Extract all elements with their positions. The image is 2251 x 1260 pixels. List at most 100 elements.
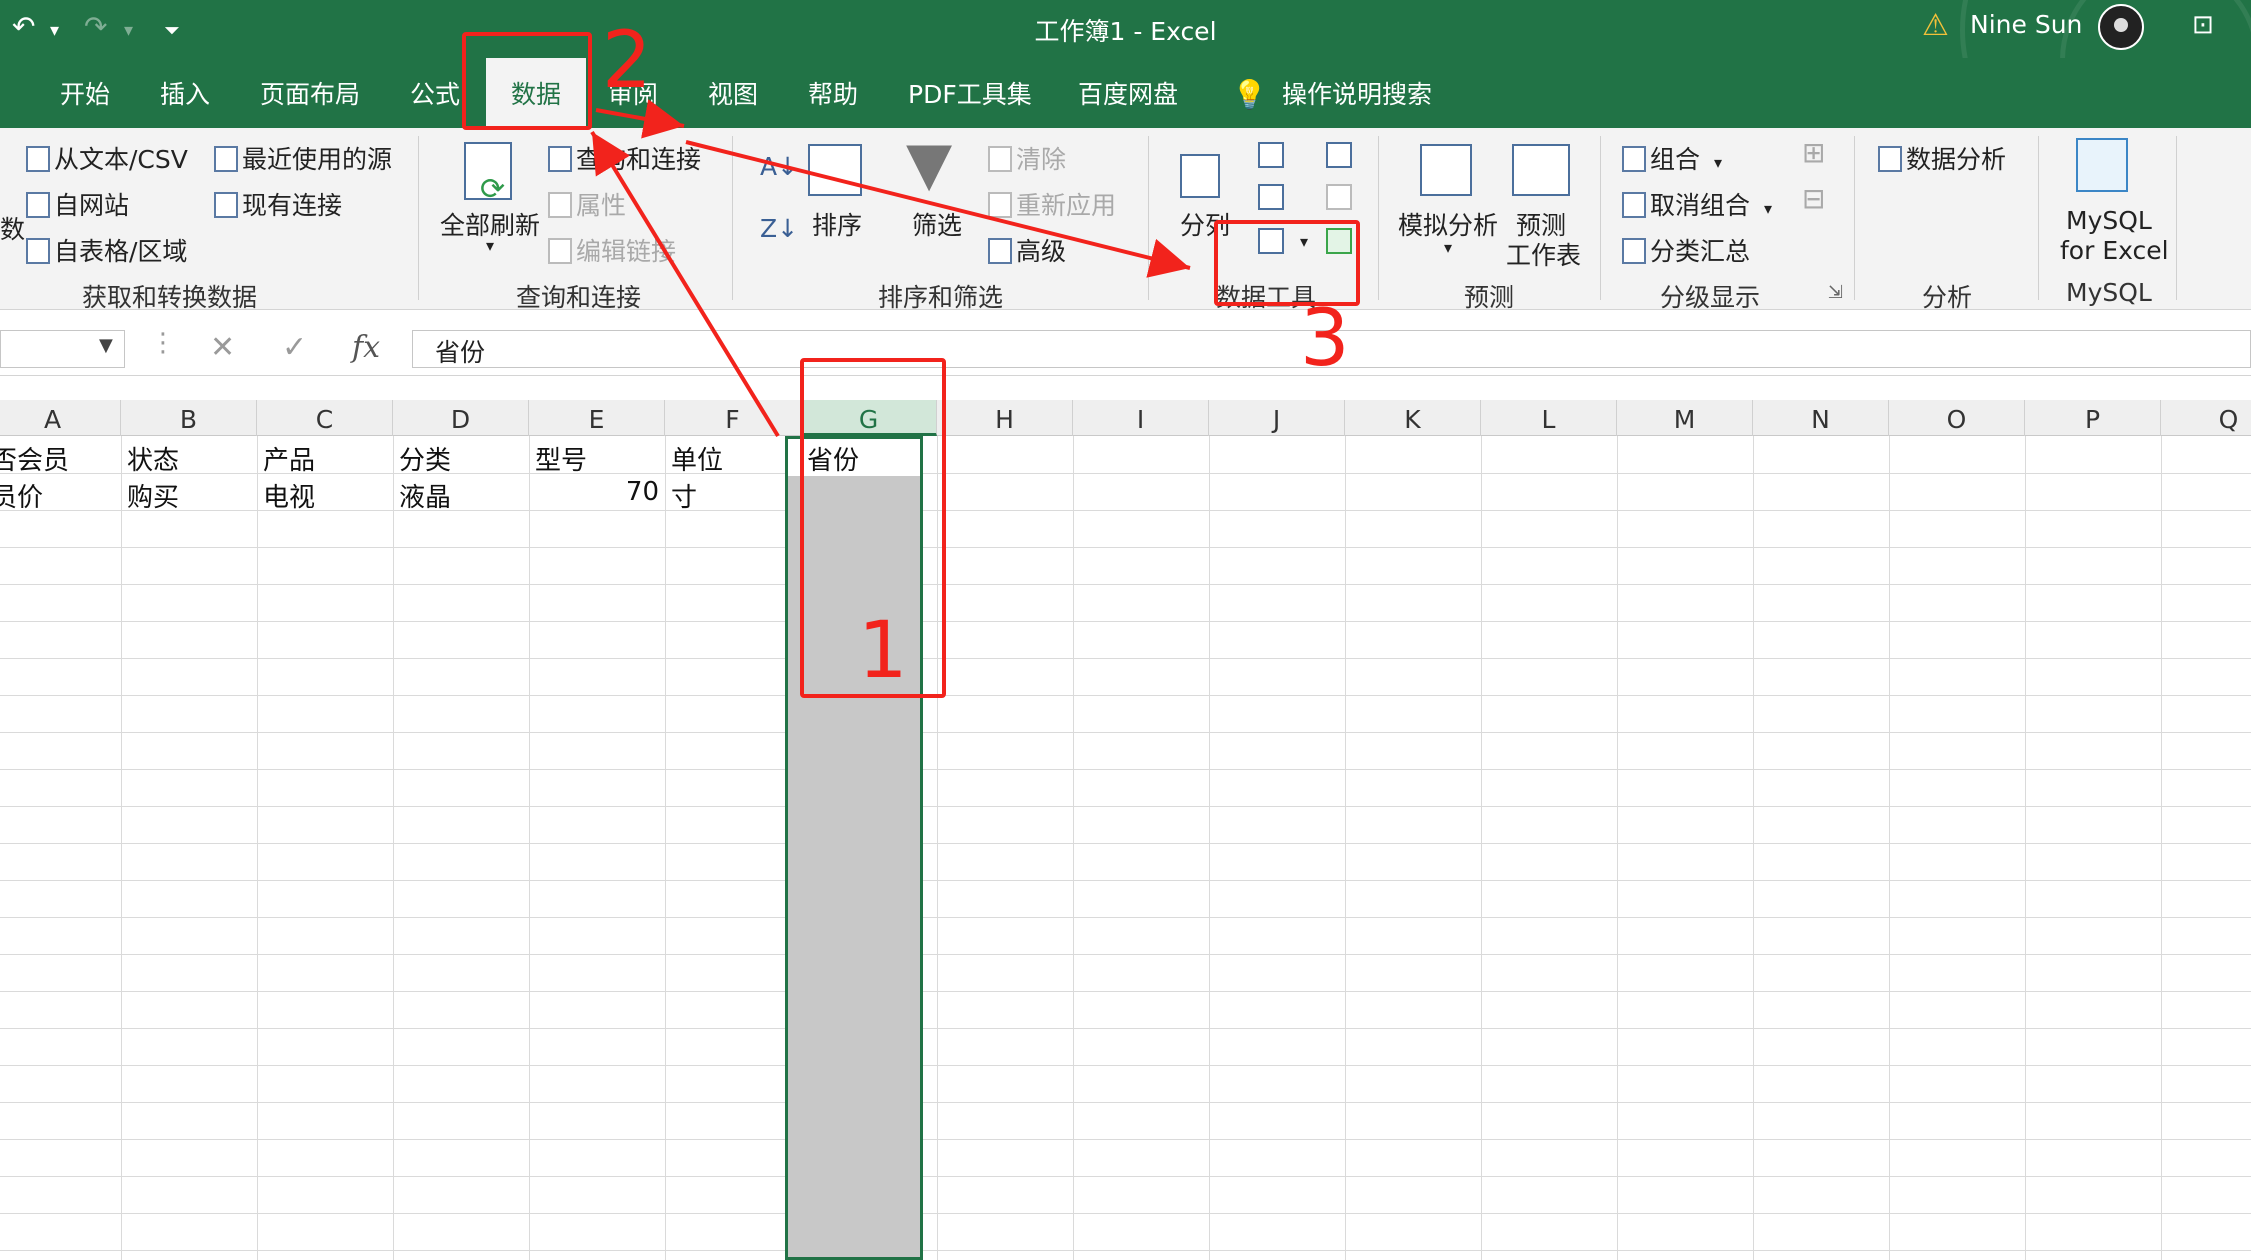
insert-function-icon[interactable]: fx xyxy=(352,330,380,365)
cell-f1[interactable]: 单位 xyxy=(671,440,723,477)
mysql-button-line1[interactable]: MySQL xyxy=(2066,206,2152,235)
formula-bar: ▼ ⋮ ✕ ✓ fx 省份 xyxy=(0,310,2251,376)
tab-baidu-netdisk[interactable]: 百度网盘 xyxy=(1078,58,1178,128)
clear-button[interactable]: 清除 xyxy=(988,140,1066,176)
window-title: 工作簿1 - Excel xyxy=(1034,17,1217,46)
queries-icon xyxy=(548,146,572,172)
group-separator xyxy=(1600,136,1601,300)
user-name[interactable]: Nine Sun xyxy=(1970,10,2082,39)
enter-icon[interactable]: ✓ xyxy=(282,330,307,365)
cell-a1[interactable]: 否会员 xyxy=(0,440,69,477)
from-text-csv-button[interactable]: 从文本/CSV xyxy=(26,140,188,176)
subtotal-icon xyxy=(1622,238,1646,264)
sort-descending-icon[interactable]: Z↓ xyxy=(760,214,798,243)
show-detail-icon[interactable]: ⊞ xyxy=(1802,136,1825,169)
properties-button[interactable]: 属性 xyxy=(548,186,626,222)
advanced-button[interactable]: 高级 xyxy=(988,232,1066,268)
cell-values: 否会员 状态 产品 分类 型号 单位 省份员价 购买 电视 液晶 70 寸 xyxy=(0,400,2251,1260)
group-separator xyxy=(2176,136,2177,300)
text-to-columns-icon[interactable] xyxy=(1180,154,1220,198)
filter-icon[interactable]: ▼ xyxy=(906,134,952,194)
group-separator xyxy=(1854,136,1855,300)
tab-page-layout[interactable]: 页面布局 xyxy=(260,58,360,128)
mysql-icon[interactable] xyxy=(2076,138,2128,192)
tell-me-search[interactable]: 操作说明搜索 xyxy=(1282,58,1432,128)
existing-connections-button[interactable]: 现有连接 xyxy=(214,186,342,222)
edit-links-button[interactable]: 编辑链接 xyxy=(548,232,676,268)
clear-label: 清除 xyxy=(1016,145,1067,174)
cell-f2[interactable]: 寸 xyxy=(671,477,697,514)
refresh-arrow-icon: ⟳ xyxy=(480,172,506,207)
what-if-dropdown-icon[interactable]: ▾ xyxy=(1444,238,1452,257)
data-analysis-label: 数据分析 xyxy=(1906,145,2007,174)
tab-home[interactable]: 开始 xyxy=(60,58,110,128)
recent-sources-label: 最近使用的源 xyxy=(242,145,393,174)
relationships-icon[interactable] xyxy=(1326,184,1352,210)
cancel-icon[interactable]: ✕ xyxy=(210,330,235,365)
tab-formulas[interactable]: 公式 xyxy=(410,58,460,128)
properties-label: 属性 xyxy=(576,191,627,220)
sort-icon[interactable] xyxy=(808,144,862,196)
from-table-button[interactable]: 自表格/区域 xyxy=(26,232,187,268)
worksheet-grid[interactable]: ABCDEFGHIJKLMNOPQ 否会员 状态 产品 分类 型号 单位 省份 员价 购买 电视液… xyxy=(0,400,2251,1260)
tab-pdf-tools[interactable]: PDF工具集 xyxy=(908,58,1032,128)
filter-button[interactable]: 筛选 xyxy=(912,206,962,242)
hide-detail-icon[interactable]: ⊟ xyxy=(1802,182,1825,215)
warning-icon[interactable]: ⚠ xyxy=(1922,8,1949,43)
cell-e1[interactable]: 型号 xyxy=(535,440,587,477)
remove-duplicates-icon[interactable] xyxy=(1258,184,1284,210)
tab-help[interactable]: 帮助 xyxy=(808,58,858,128)
name-box-dropdown-icon[interactable]: ▼ xyxy=(99,335,113,356)
cell-b2[interactable]: 购买 xyxy=(127,477,179,514)
forecast-sheet-icon[interactable] xyxy=(1512,144,1570,196)
ungroup-button[interactable]: 取消组合 ▾ xyxy=(1622,186,1772,222)
ribbon-display-options-icon[interactable]: ⊡ xyxy=(2192,10,2214,40)
sort-ascending-icon[interactable]: A↓ xyxy=(760,152,798,181)
group-label-get-data: 获取和转换数据 xyxy=(82,283,258,312)
mysql-button-line2[interactable]: for Excel xyxy=(2060,236,2169,265)
data-analysis-button[interactable]: 数据分析 xyxy=(1878,140,2006,176)
cell-e2[interactable]: 70 xyxy=(626,477,659,507)
lightbulb-icon[interactable]: 💡 xyxy=(1232,58,1267,128)
cell-g1[interactable]: 省份 xyxy=(807,440,859,477)
reapply-button[interactable]: 重新应用 xyxy=(988,186,1116,222)
cell-a2[interactable]: 员价 xyxy=(0,477,43,514)
consolidate-icon[interactable] xyxy=(1326,142,1352,168)
sort-button[interactable]: 排序 xyxy=(812,206,862,242)
cell-d2[interactable]: 液晶 xyxy=(399,477,451,514)
formula-bar-splitter-icon[interactable]: ⋮ xyxy=(150,328,176,358)
from-web-button[interactable]: 自网站 xyxy=(26,186,129,222)
cell-d1[interactable]: 分类 xyxy=(399,440,451,477)
subtotal-button[interactable]: 分类汇总 xyxy=(1622,232,1750,268)
queries-connections-button[interactable]: 查询和连接 xyxy=(548,140,701,176)
name-box[interactable]: ▼ xyxy=(0,330,125,368)
get-data-cut-label[interactable]: 数 xyxy=(0,210,25,246)
recent-sources-button[interactable]: 最近使用的源 xyxy=(214,140,392,176)
group-label-outline: 分级显示 xyxy=(1660,283,1761,312)
reapply-label: 重新应用 xyxy=(1016,191,1117,220)
outline-dialog-launcher-icon[interactable]: ⇲ xyxy=(1828,282,1843,303)
edit-links-icon xyxy=(548,238,572,264)
forecast-sheet-button-line2[interactable]: 工作表 xyxy=(1506,236,1581,272)
ribbon: 数 从文本/CSV 自网站 自表格/区域 最近使用的源 现有连接 获取和转换数据… xyxy=(0,128,2251,312)
group-separator xyxy=(1378,136,1379,300)
group-label-analysis: 分析 xyxy=(1922,283,1973,312)
avatar[interactable] xyxy=(2098,4,2144,50)
existing-connections-label: 现有连接 xyxy=(242,191,343,220)
advanced-label: 高级 xyxy=(1016,237,1067,266)
what-if-analysis-button[interactable]: 模拟分析 xyxy=(1398,206,1498,242)
what-if-analysis-icon[interactable] xyxy=(1420,144,1472,196)
group-label: 组合 xyxy=(1650,145,1701,174)
tab-insert[interactable]: 插入 xyxy=(160,58,210,128)
recent-icon xyxy=(214,146,238,172)
cell-c1[interactable]: 产品 xyxy=(263,440,315,477)
group-separator xyxy=(1148,136,1149,300)
title-bar: ↶ ▾ ↷ ▾ ⏷ 工作簿1 - Excel ⚠ Nine Sun ⊡ xyxy=(0,0,2251,180)
group-button[interactable]: 组合 ▾ xyxy=(1622,140,1722,176)
group-label-queries: 查询和连接 xyxy=(516,283,642,312)
cell-c2[interactable]: 电视 xyxy=(263,477,315,514)
flash-fill-icon[interactable] xyxy=(1258,142,1284,168)
tab-view[interactable]: 视图 xyxy=(708,58,758,128)
cell-b1[interactable]: 状态 xyxy=(127,440,179,477)
refresh-dropdown-icon[interactable]: ▾ xyxy=(486,236,494,255)
